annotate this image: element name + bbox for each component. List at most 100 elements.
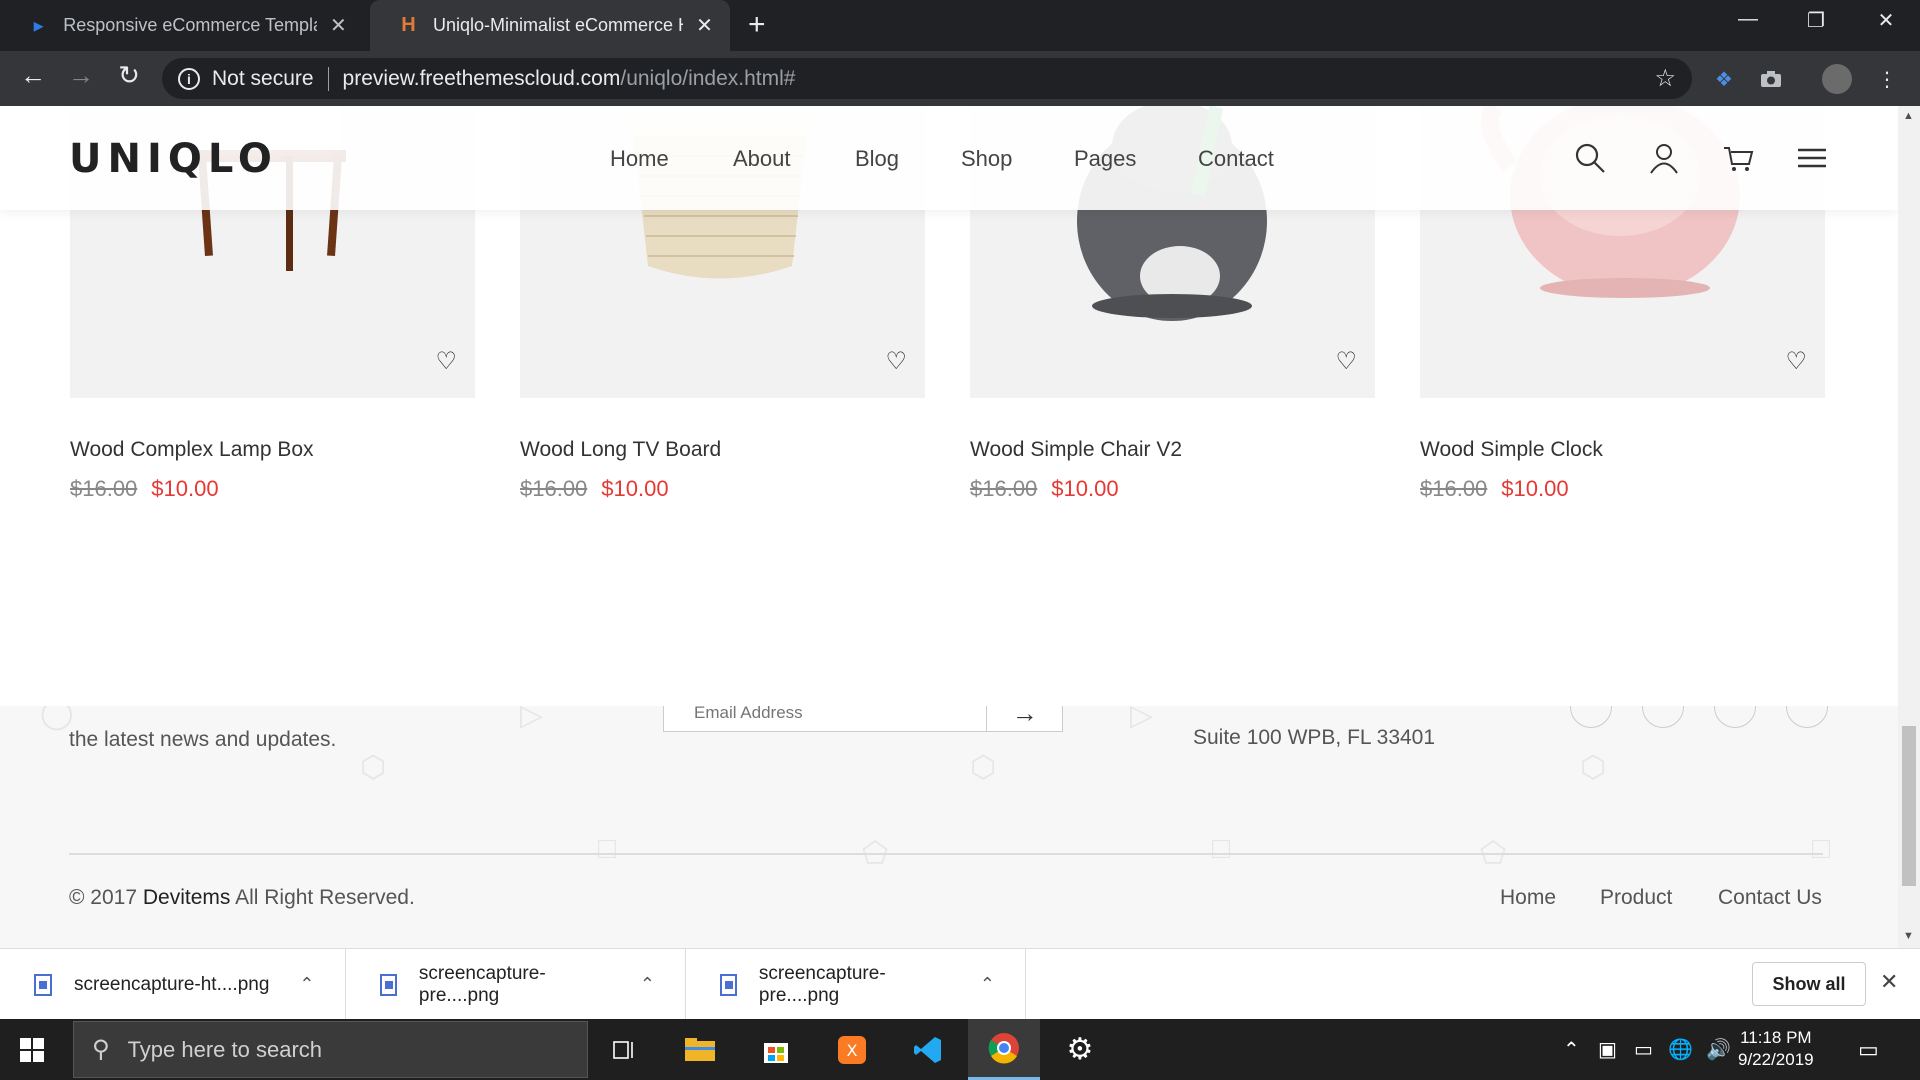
windows-taskbar: ⚲ Type here to search X ⚙ ⌃ ▣ ▭ 🌐 🔊 11:1…: [0, 1019, 1920, 1080]
url-host: preview.freethemescloud.com: [342, 66, 621, 90]
browser-tab[interactable]: ▸ Responsive eCommerce Templates ✕: [0, 0, 364, 51]
decor-square: □: [1812, 832, 1831, 865]
system-clock[interactable]: 11:18 PM 9/22/2019: [1738, 1027, 1814, 1071]
site-footer: ◯ ▷ ⬡ ⬡ ⬡ □ □ □ ⬠ ⬠ ▷ the latest news an…: [0, 706, 1898, 948]
email-input[interactable]: [664, 706, 987, 731]
close-tab-icon[interactable]: ✕: [327, 13, 350, 38]
sale-price: $10.00: [1051, 476, 1119, 501]
social-icon[interactable]: [1642, 706, 1684, 728]
clock-date: 9/22/2019: [1738, 1050, 1814, 1069]
nav-contact[interactable]: Contact: [1198, 146, 1274, 172]
footer-link-contact[interactable]: Contact Us: [1718, 886, 1822, 910]
subscribe-arrow-icon[interactable]: →: [986, 706, 1062, 731]
chevron-up-icon[interactable]: ⌃: [980, 974, 995, 995]
scroll-up-icon[interactable]: ▲: [1903, 110, 1914, 122]
nav-pages[interactable]: Pages: [1074, 146, 1136, 172]
vscode-icon[interactable]: [892, 1019, 964, 1080]
image-file-icon: [380, 973, 397, 996]
back-arrow-icon[interactable]: ←: [15, 60, 51, 91]
product-name[interactable]: Wood Simple Clock: [1420, 438, 1825, 462]
search-icon: ⚲: [92, 1036, 110, 1063]
heart-icon[interactable]: ♡: [1785, 347, 1807, 376]
heart-icon[interactable]: ♡: [435, 347, 457, 376]
social-icon[interactable]: [1786, 706, 1828, 728]
notification-badge-icon[interactable]: ▣: [1598, 1037, 1617, 1062]
hamburger-menu-icon[interactable]: [1796, 142, 1828, 174]
footer-link-home[interactable]: Home: [1500, 886, 1556, 910]
bookmark-star-icon[interactable]: ☆: [1654, 64, 1676, 93]
camera-icon[interactable]: [1756, 64, 1786, 94]
store-icon[interactable]: [740, 1019, 812, 1080]
nav-shop[interactable]: Shop: [961, 146, 1012, 172]
nav-home[interactable]: Home: [610, 146, 669, 172]
dropbox-icon[interactable]: ❖: [1709, 64, 1739, 94]
xampp-icon[interactable]: X: [816, 1019, 888, 1080]
restore-icon[interactable]: ❐: [1796, 8, 1836, 33]
browser-tab-strip: ▸ Responsive eCommerce Templates ✕ H Uni…: [0, 0, 1920, 51]
chevron-up-icon[interactable]: ⌃: [1563, 1037, 1580, 1062]
decor-hexagon: ⬡: [970, 751, 997, 784]
close-tab-icon[interactable]: ✕: [693, 13, 716, 38]
nav-blog[interactable]: Blog: [855, 146, 899, 172]
address-bar[interactable]: i Not secure preview.freethemescloud.com…: [162, 58, 1692, 99]
avatar[interactable]: [1822, 64, 1852, 94]
download-filename: screencapture-ht....png: [74, 973, 270, 995]
heart-icon[interactable]: ♡: [885, 347, 907, 376]
volume-icon[interactable]: 🔊: [1706, 1037, 1731, 1062]
old-price: $16.00: [970, 476, 1038, 501]
tab-title: Uniqlo-Minimalist eCommerce HTML: [433, 15, 683, 35]
social-icon[interactable]: [1714, 706, 1756, 728]
network-globe-icon[interactable]: 🌐: [1668, 1037, 1693, 1062]
cart-icon[interactable]: [1722, 142, 1754, 174]
action-center-icon[interactable]: ▭: [1858, 1037, 1879, 1063]
security-label: Not secure: [212, 66, 314, 90]
forward-arrow-icon[interactable]: →: [63, 60, 99, 91]
browser-tab-active[interactable]: H Uniqlo-Minimalist eCommerce HTML ✕: [370, 0, 730, 51]
bing-icon: ▸: [33, 15, 44, 37]
newsletter-form: →: [663, 706, 1063, 732]
new-tab-button[interactable]: +: [748, 9, 766, 41]
chevron-up-icon[interactable]: ⌃: [640, 974, 655, 995]
download-item[interactable]: screencapture-ht....png ⌃: [0, 949, 346, 1020]
scroll-down-icon[interactable]: ▼: [1903, 930, 1914, 942]
product-name[interactable]: Wood Complex Lamp Box: [70, 438, 475, 462]
close-icon[interactable]: ✕: [1880, 969, 1898, 995]
info-icon[interactable]: i: [178, 67, 200, 90]
page-scrollbar[interactable]: ▲ ▼: [1898, 106, 1920, 948]
product-prices: $16.00 $10.00: [1420, 476, 1825, 502]
user-icon[interactable]: [1648, 142, 1680, 174]
task-view-icon[interactable]: [588, 1019, 660, 1080]
svg-text:X: X: [847, 1041, 858, 1060]
image-file-icon: [34, 973, 52, 996]
battery-icon[interactable]: ▭: [1634, 1037, 1653, 1062]
taskbar-search-box[interactable]: ⚲ Type here to search: [73, 1021, 588, 1078]
divider: [327, 66, 329, 91]
chevron-up-icon[interactable]: ⌃: [299, 974, 314, 995]
show-all-button[interactable]: Show all: [1752, 962, 1866, 1006]
copyright-brand[interactable]: Devitems: [143, 886, 231, 909]
close-window-icon[interactable]: ✕: [1866, 8, 1906, 33]
reload-icon[interactable]: ↻: [111, 60, 147, 91]
more-vert-icon[interactable]: ⋮: [1872, 64, 1902, 94]
scrollbar-thumb[interactable]: [1902, 726, 1916, 886]
windows-start-icon[interactable]: [20, 1038, 44, 1062]
footer-link-product[interactable]: Product: [1600, 886, 1672, 910]
old-price: $16.00: [70, 476, 138, 501]
copyright: © 2017 Devitems All Right Reserved.: [69, 886, 415, 910]
site-logo[interactable]: UNIQLO: [69, 136, 278, 182]
file-explorer-icon[interactable]: [664, 1019, 736, 1080]
social-icon[interactable]: [1570, 706, 1612, 728]
footer-divider: [69, 853, 1823, 855]
product-name[interactable]: Wood Long TV Board: [520, 438, 925, 462]
product-name[interactable]: Wood Simple Chair V2: [970, 438, 1375, 462]
heart-icon[interactable]: ♡: [1335, 347, 1357, 376]
download-item[interactable]: screencapture-pre....png ⌃: [686, 949, 1026, 1020]
search-icon[interactable]: [1574, 142, 1606, 174]
nav-about[interactable]: About: [733, 146, 791, 172]
chrome-icon[interactable]: [968, 1019, 1040, 1080]
minimize-icon[interactable]: —: [1728, 8, 1768, 31]
sale-price: $10.00: [151, 476, 219, 501]
decor-triangle: ▷: [520, 706, 544, 732]
download-item[interactable]: screencapture-pre....png ⌃: [346, 949, 686, 1020]
settings-gear-icon[interactable]: ⚙: [1044, 1019, 1116, 1080]
